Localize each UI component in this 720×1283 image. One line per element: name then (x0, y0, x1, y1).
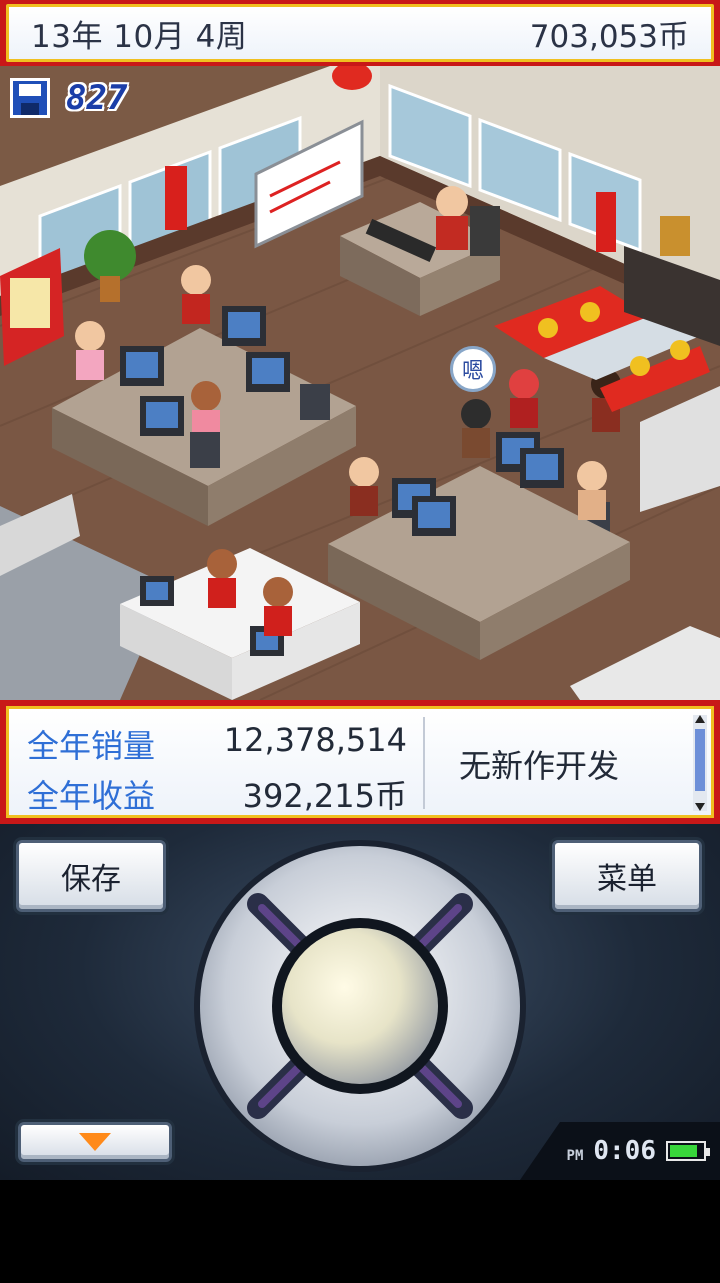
top-status-bar: 13年 10月 4周 703,053币 (0, 0, 720, 66)
down-arrow-icon (79, 1133, 111, 1151)
game-date: 13年 10月 4周 (31, 18, 248, 55)
battery-icon (666, 1141, 710, 1161)
scroll-down-arrow-icon[interactable] (695, 803, 705, 811)
clock-time: 0:06 (593, 1136, 656, 1166)
info-scrollbar[interactable] (693, 715, 707, 811)
panel-divider (423, 717, 425, 809)
bottom-blank-area (0, 1180, 720, 1283)
menu-button[interactable]: 菜单 (552, 840, 702, 912)
info-panel: 全年销量 12,378,514 全年收益 392,215币 无新作开发 (0, 700, 720, 824)
ampm-indicator: PM (566, 1148, 584, 1164)
money-counter: 703,053币 (529, 18, 689, 55)
toggle-panel-button[interactable] (18, 1122, 172, 1162)
dpad-center-button[interactable] (282, 928, 438, 1084)
clock-panel: PM 0:06 (520, 1122, 720, 1180)
info-panel-inner: 全年销量 12,378,514 全年收益 392,215币 无新作开发 (6, 706, 714, 818)
scroll-up-arrow-icon[interactable] (695, 715, 705, 723)
save-data-badge: 827 (10, 78, 127, 118)
annual-revenue-label: 全年收益 (27, 777, 156, 815)
battery-level (670, 1145, 697, 1157)
save-count: 827 (66, 78, 128, 118)
status-panel: 13年 10月 4周 703,053币 (6, 4, 714, 62)
office-illustration (0, 66, 720, 700)
annual-revenue-row: 全年收益 392,215币 (27, 771, 407, 817)
speech-bubble: 嗯 (450, 346, 496, 392)
floppy-disk-icon (10, 78, 50, 118)
controller-panel: 保存 菜单 PM 0:06 (0, 824, 720, 1180)
save-button[interactable]: 保存 (16, 840, 166, 912)
office-scene[interactable]: 827 嗯 (0, 66, 720, 700)
annual-sales-label: 全年销量 (27, 727, 156, 765)
dpad[interactable] (192, 838, 528, 1174)
scroll-thumb[interactable] (695, 729, 705, 791)
annual-sales-value: 12,378,514 (223, 721, 407, 759)
annual-sales-row: 全年销量 12,378,514 (27, 721, 407, 767)
development-status: 无新作开发 (459, 747, 620, 785)
annual-revenue-value: 392,215币 (242, 777, 407, 815)
